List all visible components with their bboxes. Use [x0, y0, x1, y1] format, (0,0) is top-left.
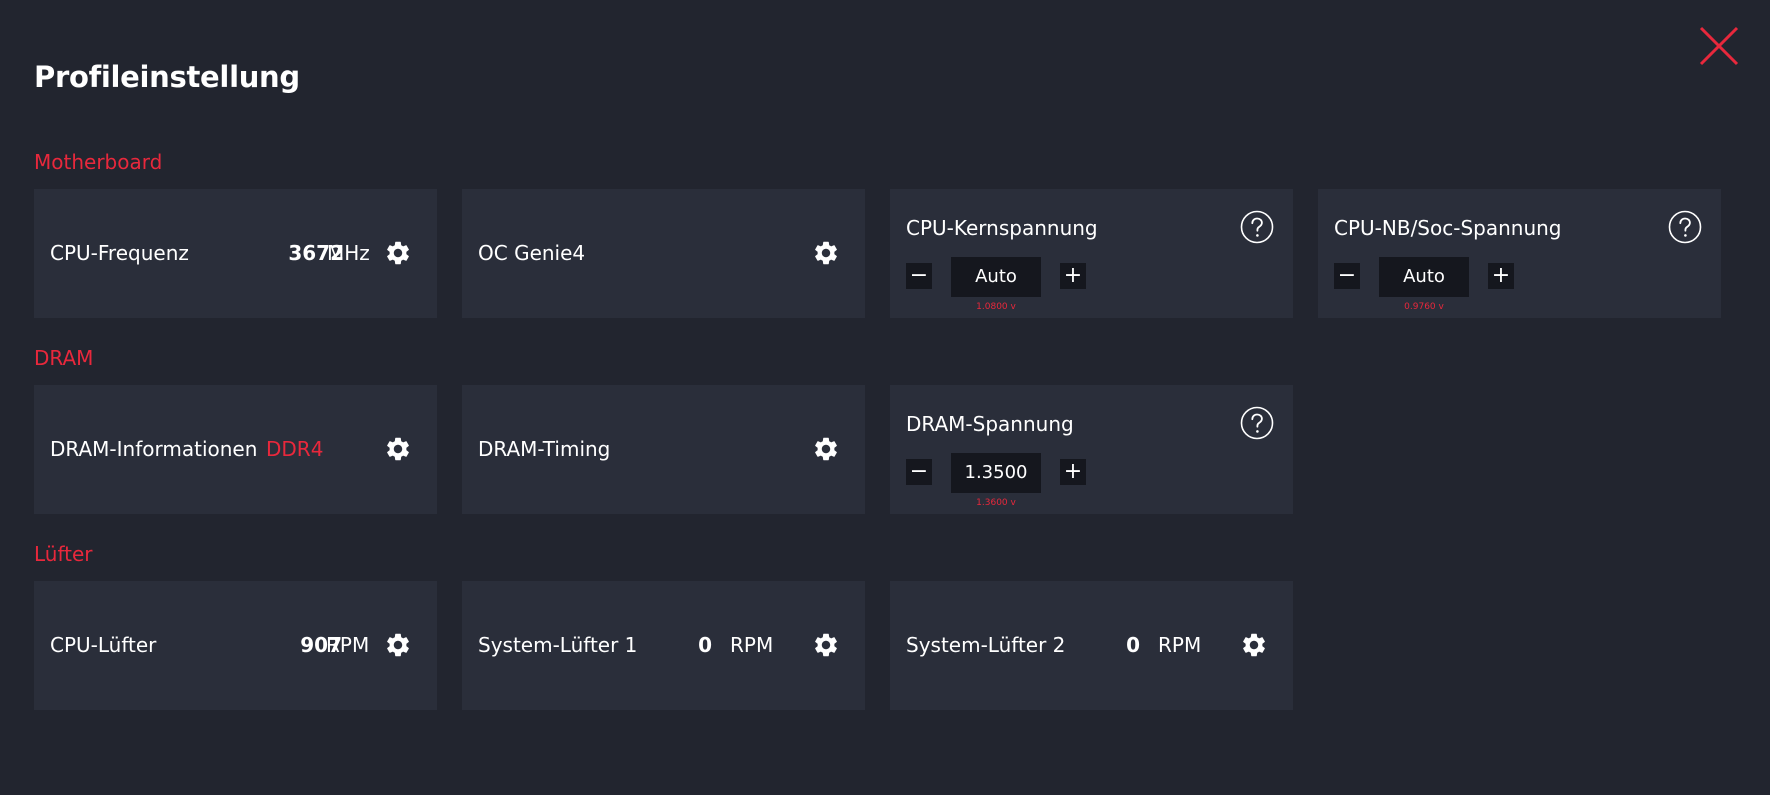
- cpu-nb-soc-voltage-decrease-button[interactable]: −: [1334, 263, 1360, 289]
- section-title-motherboard: Motherboard: [34, 150, 163, 174]
- dram-info-card: DRAM-Informationen DDR4: [34, 385, 437, 514]
- system-fan-2-unit: RPM: [1158, 633, 1202, 657]
- cpu-core-voltage-current: 1.0800 v: [976, 302, 1016, 312]
- section-title-fans: Lüfter: [34, 542, 93, 566]
- dram-voltage-input[interactable]: 1.3500: [951, 453, 1041, 493]
- system-fan-1-card: System-Lüfter 1 0 RPM: [462, 581, 865, 710]
- cpu-fan-unit: RPM: [326, 633, 370, 657]
- cpu-frequency-unit: MHz: [327, 241, 370, 265]
- gear-icon[interactable]: [1240, 631, 1268, 659]
- gear-icon[interactable]: [384, 631, 412, 659]
- oc-genie-card: OC Genie4: [462, 189, 865, 318]
- cpu-frequency-card: CPU-Frequenz 3672 MHz: [34, 189, 437, 318]
- gear-icon[interactable]: [384, 435, 412, 463]
- cpu-nb-soc-voltage-increase-button[interactable]: +: [1488, 263, 1514, 289]
- close-icon[interactable]: [1698, 25, 1740, 67]
- oc-genie-label: OC Genie4: [478, 241, 586, 265]
- dram-voltage-decrease-button[interactable]: −: [906, 459, 932, 485]
- system-fan-1-value: 0: [698, 633, 712, 657]
- dram-voltage-card: DRAM-Spannung − 1.3500 + 1.3600 v: [890, 385, 1293, 514]
- question-circle-icon[interactable]: [1240, 210, 1274, 244]
- dram-timing-card: DRAM-Timing: [462, 385, 865, 514]
- dram-voltage-label: DRAM-Spannung: [906, 412, 1074, 436]
- gear-icon[interactable]: [812, 239, 840, 267]
- gear-icon[interactable]: [812, 435, 840, 463]
- cpu-fan-card: CPU-Lüfter 907 RPM: [34, 581, 437, 710]
- system-fan-2-card: System-Lüfter 2 0 RPM: [890, 581, 1293, 710]
- cpu-core-voltage-label: CPU-Kernspannung: [906, 216, 1098, 240]
- cpu-nb-soc-voltage-label: CPU-NB/Soc-Spannung: [1334, 216, 1562, 240]
- dram-voltage-increase-button[interactable]: +: [1060, 459, 1086, 485]
- cpu-core-voltage-input[interactable]: Auto: [951, 257, 1041, 297]
- cpu-frequency-label: CPU-Frequenz: [50, 241, 189, 265]
- dram-voltage-current: 1.3600 v: [976, 498, 1016, 508]
- cpu-core-voltage-decrease-button[interactable]: −: [906, 263, 932, 289]
- cpu-nb-soc-voltage-input[interactable]: Auto: [1379, 257, 1469, 297]
- cpu-fan-label: CPU-Lüfter: [50, 633, 157, 657]
- dram-type-value: DDR4: [266, 437, 324, 461]
- cpu-nb-soc-voltage-current: 0.9760 v: [1404, 302, 1444, 312]
- system-fan-1-unit: RPM: [730, 633, 774, 657]
- dram-timing-label: DRAM-Timing: [478, 437, 611, 461]
- cpu-nb-soc-voltage-card: CPU-NB/Soc-Spannung − Auto + 0.9760 v: [1318, 189, 1721, 318]
- section-title-dram: DRAM: [34, 346, 94, 370]
- system-fan-1-label: System-Lüfter 1: [478, 633, 638, 657]
- page-title: Profileinstellung: [34, 60, 300, 94]
- dram-info-label: DRAM-Informationen: [50, 437, 258, 461]
- question-circle-icon[interactable]: [1240, 406, 1274, 440]
- gear-icon[interactable]: [384, 239, 412, 267]
- system-fan-2-label: System-Lüfter 2: [906, 633, 1066, 657]
- system-fan-2-value: 0: [1126, 633, 1140, 657]
- cpu-core-voltage-card: CPU-Kernspannung − Auto + 1.0800 v: [890, 189, 1293, 318]
- gear-icon[interactable]: [812, 631, 840, 659]
- cpu-core-voltage-increase-button[interactable]: +: [1060, 263, 1086, 289]
- question-circle-icon[interactable]: [1668, 210, 1702, 244]
